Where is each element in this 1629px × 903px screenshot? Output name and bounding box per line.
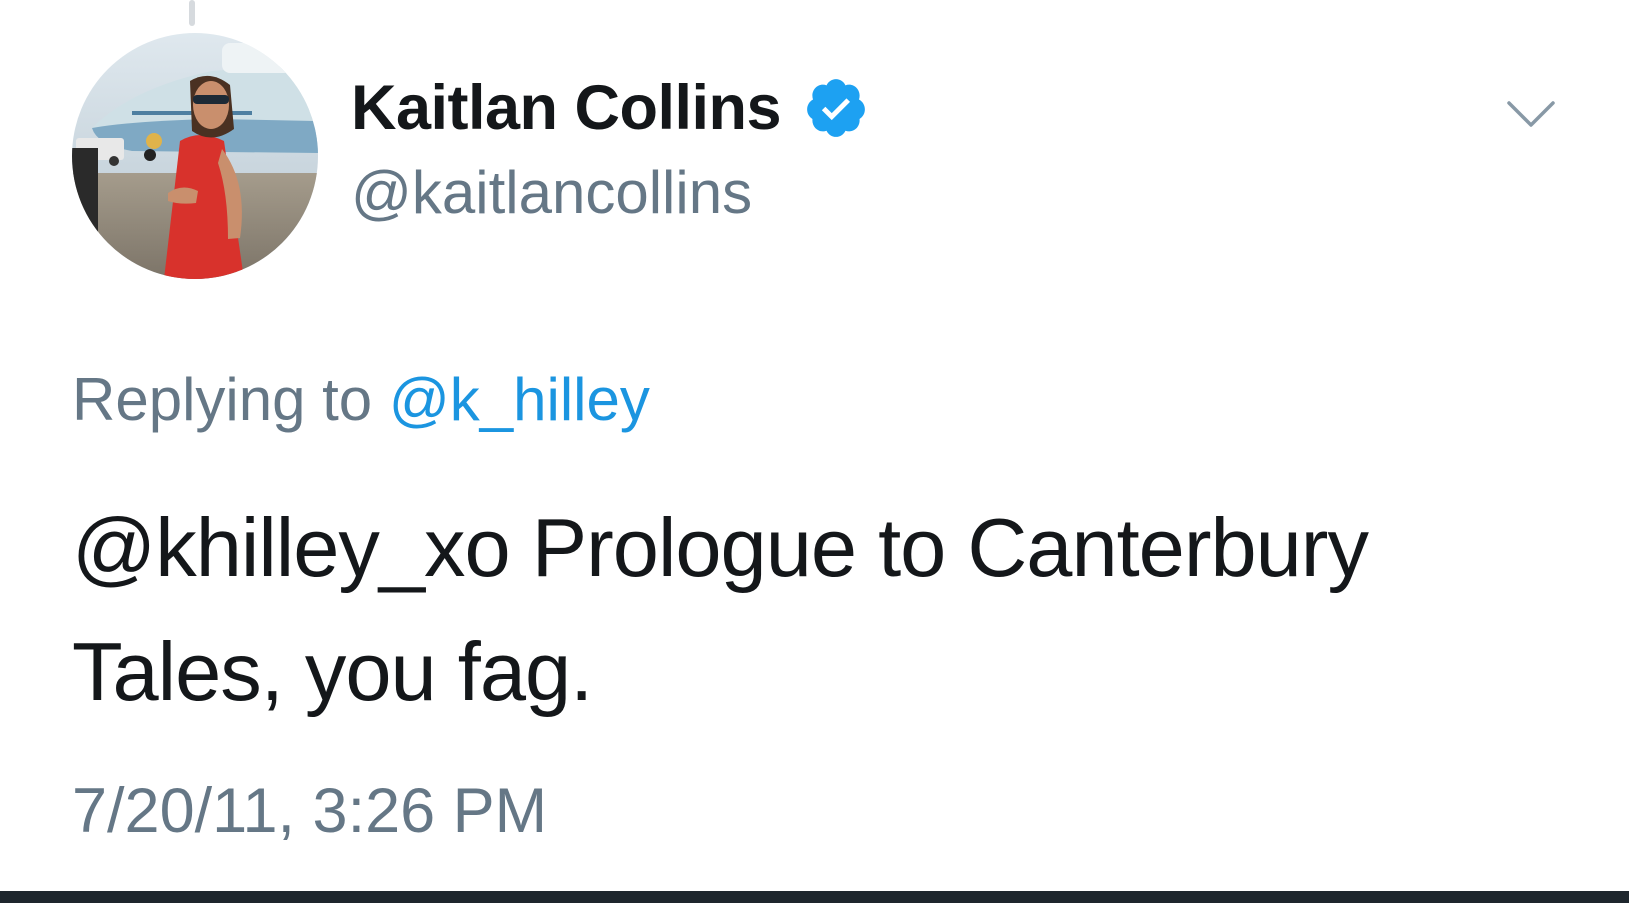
replying-to-label: Replying to [72, 366, 373, 433]
reply-mention-link[interactable]: @k_hilley [389, 366, 650, 433]
author-name-row[interactable]: Kaitlan Collins [351, 70, 869, 146]
profile-photo-icon [72, 33, 318, 279]
tweet-mention[interactable]: @khilley_xo [72, 501, 511, 594]
author-handle[interactable]: @kaitlancollins [351, 158, 752, 227]
tweet-body: @khilley_xo Prologue to Canterbury Tales… [72, 486, 1572, 734]
tweet-detail: Kaitlan Collins @kaitlancollins Replying… [0, 0, 1629, 903]
avatar[interactable] [72, 33, 318, 279]
author-display-name[interactable]: Kaitlan Collins [351, 72, 782, 144]
bottom-bar [0, 891, 1629, 903]
replying-to-line: Replying to @k_hilley [72, 365, 650, 434]
verified-badge-icon [807, 79, 865, 137]
tweet-timestamp[interactable]: 7/20/11, 3:26 PM [72, 775, 547, 847]
thread-connector-line [189, 0, 195, 26]
chevron-down-icon[interactable] [1503, 95, 1559, 135]
